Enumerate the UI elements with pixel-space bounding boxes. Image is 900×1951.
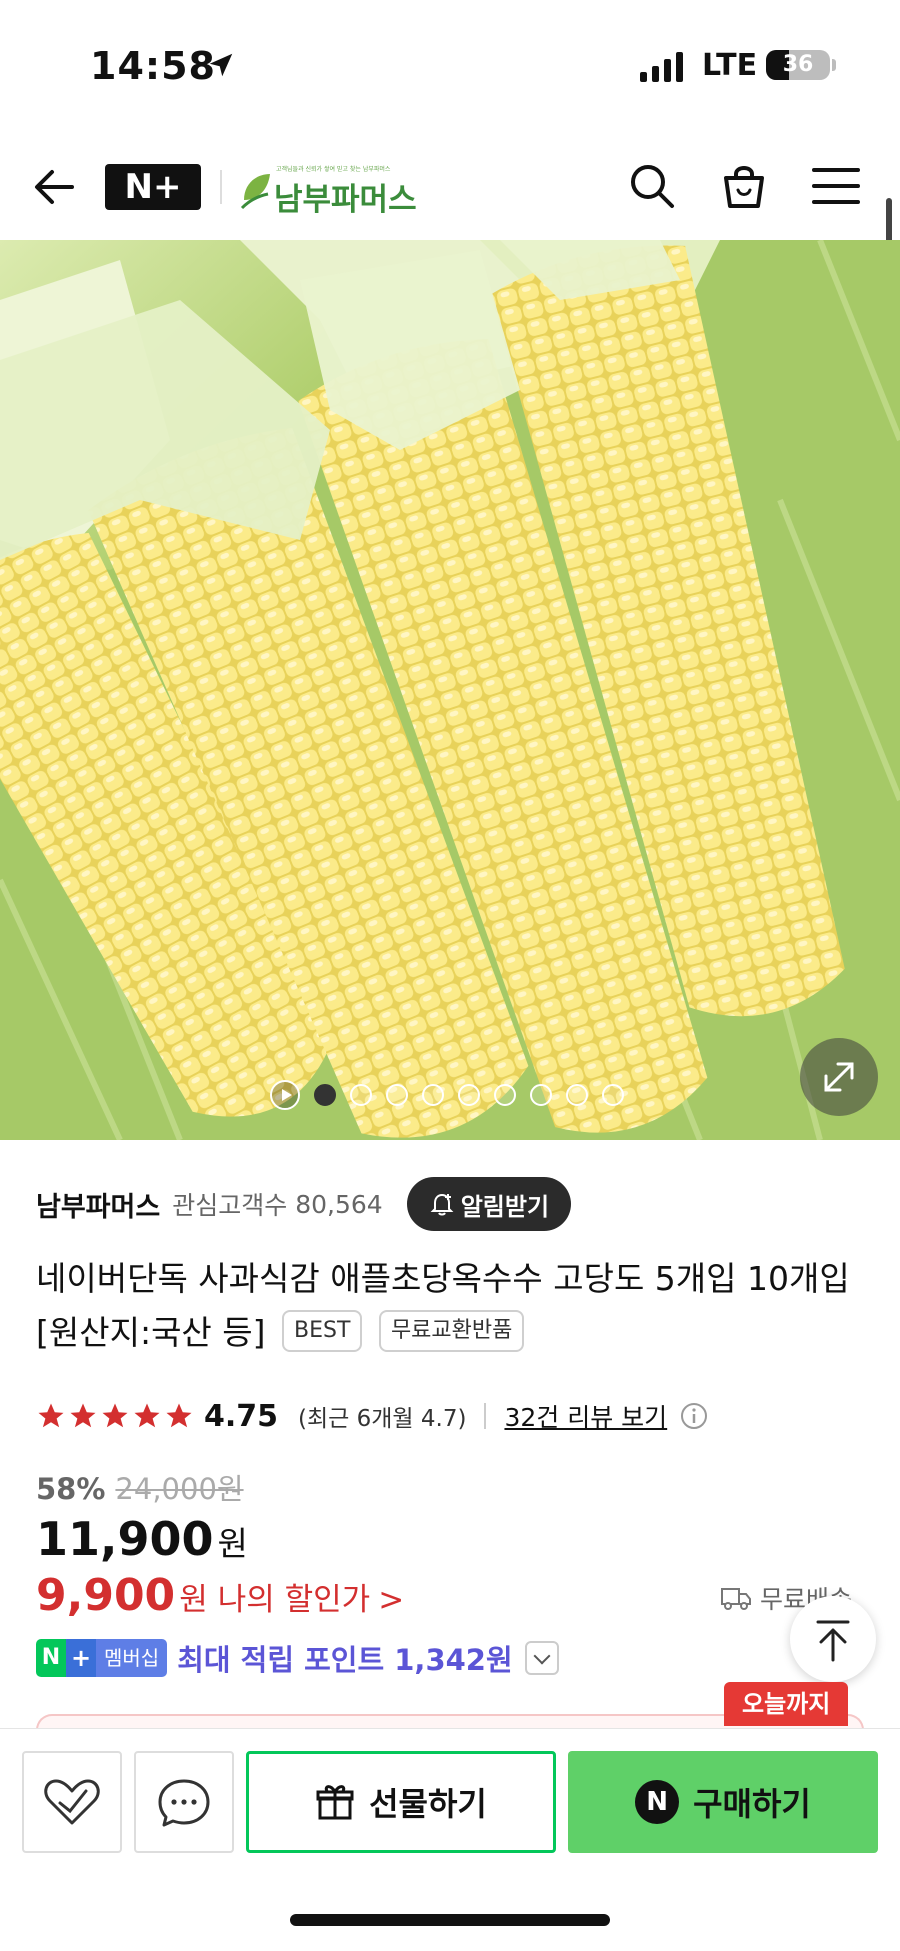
alert-button-label: 알림받기 bbox=[460, 1192, 550, 1221]
plus-logo: + bbox=[66, 1639, 96, 1677]
expand-image-button[interactable] bbox=[800, 1038, 878, 1116]
naver-pay-icon: N bbox=[635, 1780, 680, 1824]
talktalk-chat-button[interactable] bbox=[134, 1751, 234, 1853]
search-icon[interactable] bbox=[624, 158, 680, 214]
carousel-dot[interactable] bbox=[602, 1084, 624, 1106]
best-badge: BEST bbox=[282, 1309, 363, 1352]
carousel-dot[interactable] bbox=[386, 1084, 408, 1106]
star-icon bbox=[102, 1403, 128, 1428]
price-row: 11,900 원 bbox=[36, 1512, 248, 1572]
rating-divider bbox=[484, 1403, 487, 1429]
image-carousel-dots bbox=[270, 1080, 624, 1110]
home-indicator[interactable] bbox=[290, 1914, 610, 1926]
my-price-unit: 원 bbox=[179, 1582, 208, 1618]
signal-bars-icon bbox=[640, 52, 683, 82]
sale-price: 11,900 bbox=[36, 1512, 214, 1566]
scroll-to-top-button[interactable] bbox=[790, 1596, 876, 1682]
naver-n-logo: N bbox=[36, 1639, 66, 1677]
max-points-text: 최대 적립 포인트 1,342원 bbox=[177, 1643, 513, 1677]
buy-button-label: 구매하기 bbox=[693, 1785, 811, 1823]
hamburger-menu-icon[interactable] bbox=[808, 158, 864, 214]
product-image[interactable] bbox=[0, 240, 900, 1140]
membership-label: 멤버십 bbox=[96, 1639, 168, 1677]
star-icon bbox=[38, 1403, 64, 1428]
status-bar: 14:58 LTE 36 bbox=[0, 0, 900, 130]
network-type: LTE bbox=[702, 48, 758, 83]
alert-subscribe-button[interactable]: 알림받기 bbox=[406, 1177, 572, 1231]
corn-photo bbox=[0, 240, 900, 1140]
play-icon[interactable] bbox=[270, 1080, 300, 1110]
naver-plus-store-logo[interactable]: N+ bbox=[105, 164, 201, 210]
free-return-badge: 무료교환반품 bbox=[378, 1309, 525, 1352]
truck-icon bbox=[721, 1588, 751, 1610]
carousel-dot[interactable] bbox=[458, 1084, 480, 1106]
star-icon bbox=[166, 1403, 192, 1428]
rating-row: 4.75 (최근 6개월 4.7) 32건 리뷰 보기 bbox=[36, 1392, 866, 1440]
nav-divider bbox=[220, 170, 222, 204]
shopping-bag-icon[interactable] bbox=[716, 158, 772, 214]
info-icon[interactable] bbox=[679, 1401, 709, 1431]
star-icon bbox=[70, 1403, 96, 1428]
naver-membership-badge: N + 멤버십 bbox=[36, 1639, 168, 1677]
membership-points-row: N + 멤버십 최대 적립 포인트 1,342원 bbox=[36, 1636, 559, 1680]
review-link[interactable]: 32건 리뷰 보기 bbox=[504, 1398, 667, 1434]
heart-check-icon bbox=[44, 1779, 100, 1825]
battery-level: 36 bbox=[782, 52, 814, 77]
gift-icon bbox=[316, 1785, 354, 1820]
seller-row: 남부파머스 관심고객수 80,564 알림받기 bbox=[36, 1176, 866, 1232]
buy-button[interactable]: N 구매하기 bbox=[568, 1751, 878, 1853]
top-nav: N+ 고객님들과 신뢰가 쌓여 믿고 찾는 남부파머스 남부파머스 bbox=[0, 140, 900, 240]
carousel-dot[interactable] bbox=[350, 1084, 372, 1106]
carousel-dot[interactable] bbox=[314, 1084, 336, 1106]
star-rating bbox=[36, 1401, 194, 1431]
fans-count: 80,564 bbox=[295, 1189, 383, 1219]
arrow-up-icon bbox=[816, 1620, 850, 1662]
store-tagline: 고객님들과 신뢰가 쌓여 믿고 찾는 남부파머스 bbox=[276, 166, 391, 173]
gift-button-label: 선물하기 bbox=[369, 1785, 487, 1823]
battery-icon: 36 bbox=[766, 50, 830, 80]
discount-row: 58% 24,000원 bbox=[36, 1466, 244, 1506]
carousel-dot[interactable] bbox=[530, 1084, 552, 1106]
chat-bubble-icon bbox=[158, 1779, 210, 1827]
original-price: 24,000원 bbox=[115, 1472, 244, 1506]
store-logo[interactable]: 고객님들과 신뢰가 쌓여 믿고 찾는 남부파머스 남부파머스 bbox=[240, 160, 417, 218]
today-only-badge: 오늘까지 bbox=[724, 1682, 849, 1726]
fans-label: 관심고객수 bbox=[172, 1191, 288, 1220]
expand-icon bbox=[824, 1062, 854, 1092]
carousel-dot[interactable] bbox=[566, 1084, 588, 1106]
battery-cap bbox=[832, 59, 836, 71]
store-brand-name: 남부파머스 bbox=[274, 182, 417, 218]
my-price-label: 나의 할인가 bbox=[217, 1582, 371, 1618]
discount-rate: 58% bbox=[36, 1472, 106, 1506]
carousel-dot[interactable] bbox=[422, 1084, 444, 1106]
bell-plus-icon bbox=[430, 1193, 454, 1216]
star-icon bbox=[134, 1403, 160, 1428]
carousel-dot[interactable] bbox=[494, 1084, 516, 1106]
wishlist-button[interactable] bbox=[22, 1751, 122, 1853]
my-discount-price-row[interactable]: 9,900 원 나의 할인가 > bbox=[36, 1570, 404, 1626]
back-arrow-icon[interactable] bbox=[30, 162, 80, 212]
rating-recent: (최근 6개월 4.7) bbox=[298, 1406, 467, 1432]
location-arrow-icon bbox=[209, 53, 233, 77]
leaf-logo-icon bbox=[240, 174, 270, 210]
points-expand-toggle[interactable] bbox=[524, 1641, 559, 1675]
my-discount-price: 9,900 bbox=[36, 1570, 176, 1621]
chevron-right-icon: > bbox=[378, 1582, 405, 1618]
rating-score: 4.75 bbox=[204, 1398, 279, 1434]
product-title: 네이버단독 사과식감 애플초당옥수수 고당도 5개입 10개입 [원산지:국산 … bbox=[36, 1252, 866, 1360]
gift-button[interactable]: 선물하기 bbox=[246, 1751, 556, 1853]
status-time: 14:58 bbox=[90, 44, 216, 88]
seller-name[interactable]: 남부파머스 bbox=[36, 1185, 160, 1224]
price-unit: 원 bbox=[217, 1524, 248, 1563]
